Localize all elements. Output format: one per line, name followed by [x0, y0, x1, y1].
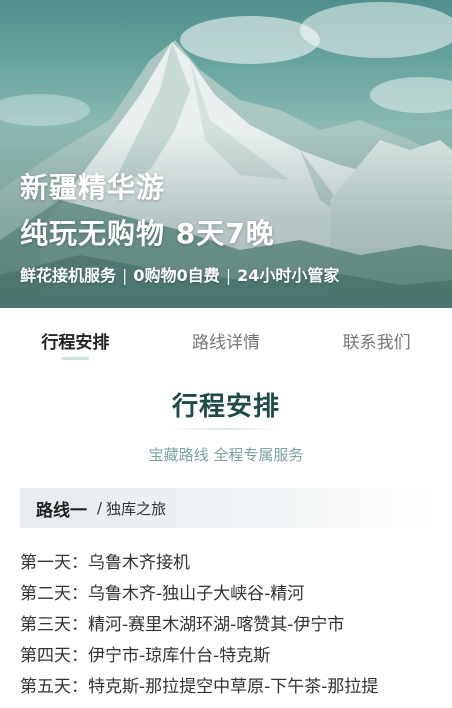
tab-contact-us[interactable]: 联系我们 — [301, 308, 452, 366]
tab-label: 联系我们 — [342, 333, 411, 353]
section-title: 行程安排 — [171, 392, 280, 422]
day-item: 第四天：伊宁市-琼库什台-特克斯 — [20, 646, 271, 666]
section-divider — [170, 428, 282, 430]
hero-subtitle: 纯玩无购物 8天7晚 — [20, 217, 275, 250]
tab-route-details[interactable]: 路线详情 — [151, 308, 302, 366]
separator: | — [225, 266, 232, 285]
hero-banner: 新疆精华游 纯玩无购物 8天7晚 鲜花接机服务 | 0购物0自费 | 24小时小管家 — [0, 0, 452, 308]
tab-label: 行程安排 — [41, 333, 110, 353]
route-slash: / — [97, 499, 103, 517]
section-subtitle: 宝藏路线 全程专属服务 — [148, 446, 304, 464]
tab-bar: 行程安排 路线详情 联系我们 — [0, 308, 452, 366]
day-item: 第三天：精河-赛里木湖环湖-喀赞其-伊宁市 — [20, 615, 345, 635]
separator: | — [122, 266, 128, 285]
feature-item: 鲜花接机服务 — [20, 266, 117, 285]
feature-item: 24小时小管家 — [237, 266, 340, 285]
tab-label: 路线详情 — [192, 333, 260, 353]
feature-item: 0购物0自费 — [133, 266, 220, 285]
day-item: 第五天：特克斯-那拉提空中草原-下午茶-那拉提 — [20, 677, 379, 697]
day-list: 第一天：乌鲁木齐接机 第二天：乌鲁木齐-独山子大峡谷-精河 第三天：精河-赛里木… — [20, 549, 452, 704]
hero-features: 鲜花接机服务 | 0购物0自费 | 24小时小管家 — [20, 262, 339, 286]
tab-active-indicator — [61, 357, 90, 360]
tab-itinerary[interactable]: 行程安排 — [0, 308, 151, 366]
day-item: 第二天：乌鲁木齐-独山子大峡谷-精河 — [20, 584, 305, 604]
route-name: 路线一 — [36, 500, 87, 521]
hero-title: 新疆精华游 — [20, 171, 166, 204]
route-desc: 独库之旅 — [106, 499, 167, 518]
route-header: 路线一 / 独库之旅 — [20, 488, 432, 528]
day-item: 第一天：乌鲁木齐接机 — [20, 553, 190, 573]
